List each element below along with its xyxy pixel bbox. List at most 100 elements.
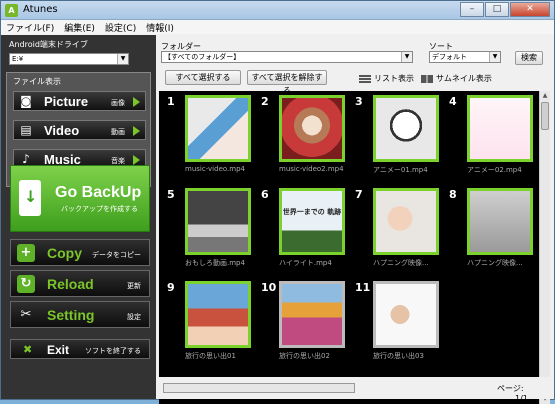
thumbnail (185, 188, 251, 255)
item-name: 旅行の思い出02 (279, 352, 330, 360)
reload-button[interactable]: ↻ Reload 更新 (10, 270, 150, 297)
drive-select[interactable]: E:¥ ▼ (9, 53, 129, 65)
item-number: 9 (167, 281, 175, 294)
copy-button[interactable]: + Copy データをコピー (10, 239, 150, 266)
thumbnail-grid: 1 music-video.mp4 2 music-video2.mp4 3 ア… (159, 91, 539, 404)
x-icon: ✖ (23, 343, 33, 356)
video-button[interactable]: ▤ Video 動画 (13, 120, 146, 140)
grid-item[interactable]: 1 music-video.mp4 (159, 91, 251, 186)
folder-value: 【すべてのフォルダー】 (164, 53, 241, 61)
setting-label: Setting (47, 307, 95, 323)
scroll-thumb[interactable] (541, 102, 549, 130)
item-number: 1 (167, 95, 175, 108)
menu-file[interactable]: ファイル(F) (1, 20, 59, 34)
film-icon: ▤ (20, 123, 32, 137)
list-icon (359, 74, 371, 83)
search-button[interactable]: 検索 (515, 51, 543, 65)
phone-download-icon: ↓ (19, 180, 41, 216)
item-name: おもしろ動画.mp4 (185, 259, 245, 267)
grid-item[interactable]: 11 旅行の思い出03 (347, 277, 439, 372)
vertical-scrollbar[interactable]: ▲ ▼ (539, 91, 550, 404)
backup-sub: バックアップを作成する (61, 205, 138, 213)
thumbnail-view-button[interactable]: サムネイル表示 (421, 73, 492, 84)
reload-sub: 更新 (127, 282, 141, 290)
picture-sub: 画像 (111, 99, 125, 107)
item-number: 10 (261, 281, 277, 294)
menu-settings[interactable]: 設定(C) (100, 20, 141, 34)
picture-button[interactable]: ◙ Picture 画像 (13, 91, 146, 111)
thumbnail (185, 95, 251, 162)
item-name: 旅行の思い出03 (373, 352, 424, 360)
copy-icon: + (17, 244, 35, 262)
thumbnail (373, 95, 439, 162)
play-arrow-icon (133, 126, 140, 136)
thumbnail (279, 95, 345, 162)
drive-label: Android端末ドライブ (9, 40, 88, 49)
folder-select[interactable]: 【すべてのフォルダー】 ▼ (161, 51, 413, 63)
sidebar: Android端末ドライブ E:¥ ▼ ファイル表示 ◙ Picture 画像 … (1, 35, 156, 399)
close-button[interactable]: ✕ (510, 2, 550, 17)
grid-item[interactable]: 9 旅行の思い出01 (159, 277, 251, 372)
thumbnail-view-label: サムネイル表示 (436, 74, 492, 83)
thumbnail: 世界一までの 軌跡 (279, 188, 345, 255)
item-number: 2 (261, 95, 269, 108)
title-bar: A Atunes – □ ✕ (1, 1, 554, 20)
go-backup-button[interactable]: ↓ Go BackUp バックアップを作成する (10, 165, 150, 232)
progress-bar (163, 383, 355, 393)
camera-icon: ◙ (20, 94, 32, 108)
list-view-button[interactable]: リスト表示 (359, 73, 414, 84)
menu-bar: ファイル(F) 編集(E) 設定(C) 情報(I) (1, 20, 554, 34)
page-indicator: ページ: 1/1 (497, 383, 554, 403)
thumbnail (373, 188, 439, 255)
item-number: 6 (261, 188, 269, 201)
setting-sub: 設定 (127, 313, 141, 321)
grid-item[interactable]: 3 アニメー01.mp4 (347, 91, 439, 186)
chevron-down-icon: ▼ (489, 52, 500, 62)
grid-item[interactable]: 7 ハプニング映像... (347, 184, 439, 279)
list-view-label: リスト表示 (374, 74, 414, 83)
grid-item[interactable]: 10 旅行の思い出02 (253, 277, 345, 372)
menu-edit[interactable]: 編集(E) (59, 20, 100, 34)
window-title: Atunes (23, 4, 58, 15)
copy-label: Copy (47, 245, 82, 261)
main-panel: フォルダー 【すべてのフォルダー】 ▼ ソート デフォルト ▼ 検索 すべて選択… (157, 35, 554, 404)
select-all-button[interactable]: すべて選択する (165, 70, 241, 85)
grid-item[interactable]: 6 世界一までの 軌跡 ハイライト.mp4 (253, 184, 345, 279)
item-name: ハプニング映像... (467, 259, 523, 267)
app-icon: A (5, 4, 18, 17)
exit-button[interactable]: ✖ Exit ソフトを終了する (10, 339, 150, 359)
item-name: アニメー01.mp4 (373, 166, 428, 174)
thumbnail (467, 188, 533, 255)
item-number: 8 (449, 188, 457, 201)
grid-item[interactable]: 2 music-video2.mp4 (253, 91, 345, 186)
menu-info[interactable]: 情報(I) (141, 20, 179, 34)
grid-item[interactable]: 4 アニメー02.mp4 (441, 91, 533, 186)
deselect-all-button[interactable]: すべて選択を解除する (247, 70, 327, 95)
item-name: music-video2.mp4 (279, 165, 344, 173)
setting-button[interactable]: ✂ Setting 設定 (10, 301, 150, 328)
thumbnail (279, 281, 345, 348)
thumbnail (467, 95, 533, 162)
maximize-button[interactable]: □ (485, 2, 509, 17)
grid-item[interactable]: 8 ハプニング映像... (441, 184, 533, 279)
chevron-down-icon: ▼ (117, 54, 128, 64)
grid-icon (421, 74, 433, 83)
thumbnail-title: 世界一までの 軌跡 (282, 208, 342, 216)
file-view-label: ファイル表示 (13, 77, 61, 86)
item-name: アニメー02.mp4 (467, 166, 522, 174)
status-bar: ページ: 1/1 (157, 377, 554, 403)
page-value: 1/1 (515, 394, 528, 403)
play-arrow-icon (133, 97, 140, 107)
sort-select[interactable]: デフォルト ▼ (429, 51, 501, 63)
item-name: ハプニング映像... (373, 259, 429, 267)
grid-item[interactable]: 5 おもしろ動画.mp4 (159, 184, 251, 279)
app-window: A Atunes – □ ✕ ファイル(F) 編集(E) 設定(C) 情報(I)… (0, 0, 555, 404)
item-number: 11 (355, 281, 371, 294)
scroll-up-icon[interactable]: ▲ (540, 91, 550, 101)
item-name: 旅行の思い出01 (185, 352, 236, 360)
item-name: ハイライト.mp4 (279, 259, 332, 267)
minimize-button[interactable]: – (460, 2, 484, 17)
picture-label: Picture (44, 94, 89, 109)
copy-sub: データをコピー (92, 251, 141, 259)
chevron-down-icon: ▼ (401, 52, 412, 62)
